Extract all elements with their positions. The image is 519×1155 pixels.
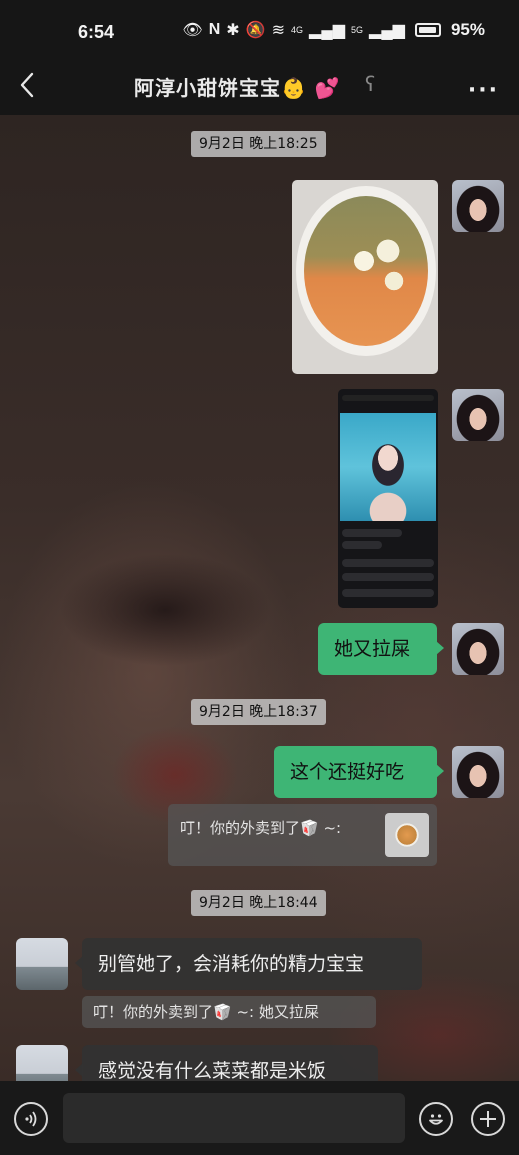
ear-icon: ʕ [365,72,376,96]
screenshot-photo [340,413,436,521]
battery-percent: 95% [450,20,485,39]
wifi-icon: ≋ [271,22,286,39]
mute-icon: 🔕 [245,22,266,39]
screenshot-line [342,529,402,537]
message-bubble[interactable]: 别管她了，会消耗你的精力宝宝 [75,938,422,990]
voice-icon [25,1111,37,1127]
nfc-icon: N [208,21,221,38]
message-bubble[interactable]: 她又拉屎 [318,623,444,675]
bluetooth-icon: ✱ [226,22,240,39]
timestamp: 9月2日 晚上18:44 [191,890,326,916]
emoji-icon [429,1114,443,1125]
status-icons: 👁 N ✱ 🔕 ≋ 4G ▂▄▆ 5G ▂▄▆ 95% [182,20,485,40]
screenshot-line [342,573,434,581]
back-button[interactable] [12,68,42,102]
add-button[interactable] [471,1102,505,1136]
chevron-left-icon [20,72,34,98]
chat-wallpaper [0,115,519,1081]
chat-title: 阿淳小甜饼宝宝👶 💕 [134,76,341,100]
plus-icon [480,1111,496,1127]
battery-icon [414,23,441,37]
quote-text: 叮！你的外卖到了🥡 ~: [180,819,342,837]
avatar[interactable] [16,938,68,990]
timestamp: 9月2日 晚上18:25 [191,131,326,157]
message-input[interactable] [63,1093,405,1143]
quote-thumbnail [385,813,429,857]
food-content [304,196,428,346]
signal-icon: ▂▄▆ [309,22,345,39]
status-time: 6:54 [78,22,115,42]
input-bar [0,1081,519,1155]
signal-5g-label: 5G [351,25,364,35]
top-bar: 6:54 👁 N ✱ 🔕 ≋ 4G ▂▄▆ 5G ▂▄▆ 95% 阿淳小甜饼宝宝… [0,0,519,115]
screenshot-image-message[interactable] [338,389,438,608]
emoji-button[interactable] [419,1102,453,1136]
quote-block[interactable]: 叮！你的外卖到了🥡 ~: 她又拉屎 [82,996,376,1028]
avatar[interactable] [452,746,504,798]
avatar[interactable] [452,623,504,675]
screenshot-line [342,559,434,567]
signal-icon: ▂▄▆ [369,22,405,39]
more-button[interactable]: ··· [468,78,499,103]
screenshot-line [342,589,434,597]
screenshot-line [342,541,382,549]
message-bubble[interactable]: 这个还挺好吃 [274,746,444,798]
screenshot-header [342,395,434,401]
voice-button[interactable] [14,1102,48,1136]
food-photo-message[interactable] [292,180,438,374]
timestamp: 9月2日 晚上18:37 [191,699,326,725]
signal-4g-label: 4G [291,25,304,35]
eye-icon: 👁 [182,22,203,39]
quote-block[interactable]: 叮！你的外卖到了🥡 ~: [168,804,437,866]
avatar[interactable] [452,180,504,232]
avatar[interactable] [452,389,504,441]
